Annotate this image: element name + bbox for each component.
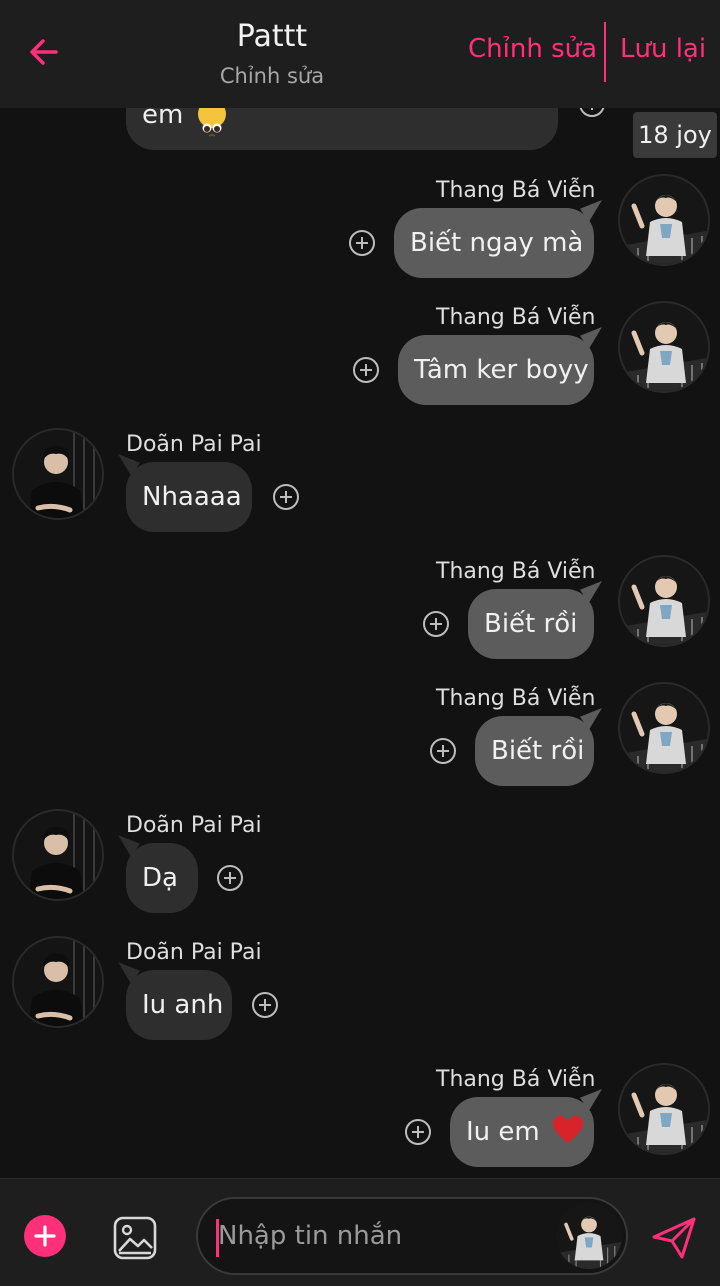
send-icon[interactable]	[650, 1215, 698, 1261]
red-heart-emoji	[553, 1115, 583, 1143]
message-text: Tâm ker boyy	[414, 355, 589, 385]
message-text: em	[142, 108, 184, 130]
sender-name: Doãn Pai Pai	[126, 813, 262, 838]
message-text: Biết rồi	[484, 609, 578, 639]
message-input-wrapper[interactable]	[196, 1197, 628, 1275]
avatar-thang-ba-vien[interactable]	[618, 555, 710, 647]
add-reaction-icon[interactable]	[251, 991, 279, 1019]
message-bubble-incoming[interactable]: Dạ	[126, 843, 198, 913]
sender-name: Doãn Pai Pai	[126, 940, 262, 965]
pleading-face-emoji	[197, 108, 226, 137]
composer-bar	[0, 1178, 720, 1286]
message-text: Biết rồi	[491, 736, 585, 766]
conversation-title: Pattt	[236, 19, 308, 54]
add-reaction-icon[interactable]	[348, 229, 376, 257]
avatar-doan-pai-pai[interactable]	[12, 428, 104, 520]
avatar-doan-pai-pai[interactable]	[12, 809, 104, 901]
message-text: Iu em	[466, 1117, 540, 1147]
add-reaction-icon[interactable]	[429, 737, 457, 765]
message-bubble-outgoing[interactable]: Biết rồi	[468, 589, 594, 659]
message-bubble-incoming[interactable]: Nhaaaa	[126, 462, 252, 532]
save-button[interactable]: Lưu lại	[620, 34, 706, 64]
joy-badge: 18 joy	[633, 112, 717, 158]
message-text: Nhaaaa	[142, 482, 242, 512]
header-divider	[604, 22, 606, 82]
message-bubble-outgoing[interactable]: Biết ngay mà	[394, 208, 594, 278]
add-reaction-icon[interactable]	[578, 108, 606, 118]
sender-name: Thang Bá Viễn	[436, 305, 596, 330]
avatar-thang-ba-vien[interactable]	[618, 301, 710, 393]
conversation-subtitle: Chỉnh sửa	[219, 64, 325, 88]
add-reaction-icon[interactable]	[352, 356, 380, 384]
message-bubble-incoming[interactable]: Iu anh	[126, 970, 232, 1040]
message-text: Dạ	[142, 863, 178, 893]
avatar-thang-ba-vien[interactable]	[618, 682, 710, 774]
add-reaction-icon[interactable]	[272, 483, 300, 511]
sender-name: Doãn Pai Pai	[126, 432, 262, 457]
sender-name: Thang Bá Viễn	[436, 178, 596, 203]
avatar-thang-ba-vien[interactable]	[618, 1063, 710, 1155]
sender-name: Thang Bá Viễn	[436, 686, 596, 711]
avatar-thang-ba-vien[interactable]	[618, 174, 710, 266]
message-text: Biết ngay mà	[410, 228, 584, 258]
add-reaction-icon[interactable]	[422, 610, 450, 638]
add-reaction-icon[interactable]	[404, 1118, 432, 1146]
sender-avatar-selector[interactable]	[556, 1203, 622, 1269]
message-bubble-outgoing[interactable]: Biết rồi	[475, 716, 594, 786]
sender-name: Thang Bá Viễn	[436, 1067, 596, 1092]
sender-name: Thang Bá Viễn	[436, 559, 596, 584]
message-bubble-outgoing[interactable]: Iu em	[450, 1097, 594, 1167]
arrow-left-icon	[30, 39, 58, 65]
message-input[interactable]	[218, 1199, 538, 1273]
edit-button[interactable]: Chỉnh sửa	[468, 34, 597, 64]
message-text: Iu anh	[142, 990, 224, 1020]
message-bubble-partial[interactable]: em	[126, 108, 558, 150]
plus-icon	[34, 1225, 56, 1247]
conversation-title-block: Pattt Chỉnh sửa	[172, 18, 372, 94]
message-list[interactable]: em 18 joy Thang Bá Viễn Biết ngay mà Tha…	[0, 108, 720, 1178]
top-bar: Pattt Chỉnh sửa Chỉnh sửa Lưu lại	[0, 0, 720, 108]
avatar-doan-pai-pai[interactable]	[12, 936, 104, 1028]
add-reaction-icon[interactable]	[216, 864, 244, 892]
add-attachment-button[interactable]	[24, 1215, 66, 1257]
image-icon[interactable]	[112, 1215, 158, 1261]
back-button[interactable]	[20, 28, 68, 76]
message-bubble-outgoing[interactable]: Tâm ker boyy	[398, 335, 594, 405]
